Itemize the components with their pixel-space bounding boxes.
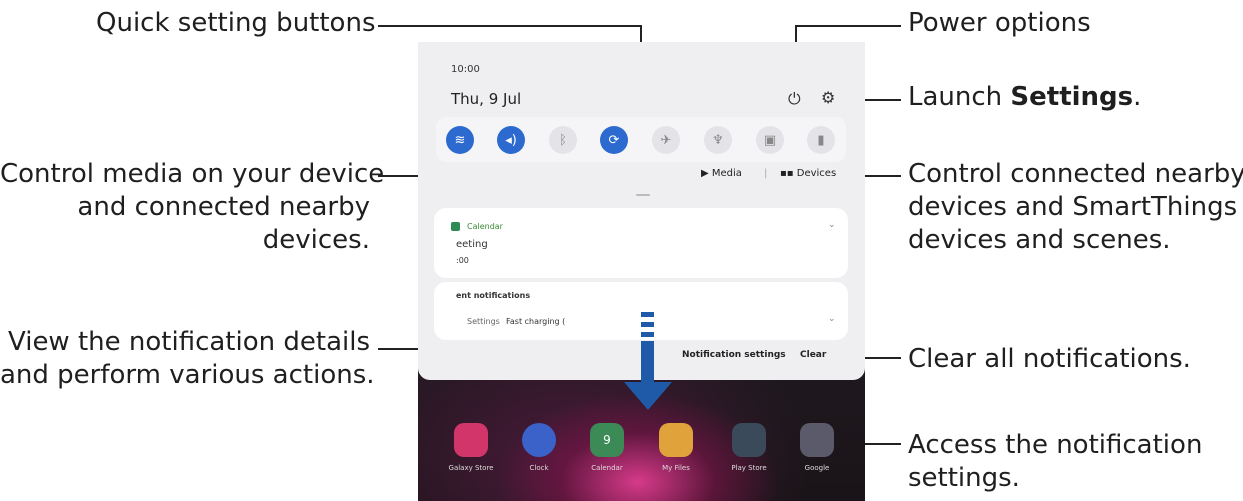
app-galaxy-store[interactable]	[454, 423, 488, 457]
notification-settings-button[interactable]: Notification settings	[682, 350, 786, 360]
annotation-launch-prefix: Launch	[908, 82, 1011, 112]
notification-panel: 10:00 Thu, 9 Jul ⏻ ⚙ ≋ ◂) ᛒ ⟳ ✈ ♆ ▣ ▮ ▶ …	[418, 42, 865, 380]
annotation-notification-settings: Access the notification settings.	[908, 429, 1202, 495]
airplane-tile[interactable]: ✈	[652, 126, 680, 154]
annotation-media-line3: devices.	[262, 225, 370, 255]
calendar-title: eeting	[456, 239, 488, 250]
annotation-devices-line1: Control connected nearby	[908, 159, 1243, 189]
flashlight-tile[interactable]: ♆	[704, 126, 732, 154]
app-label-clock: Clock	[529, 464, 549, 472]
quick-settings-bar: ≋ ◂) ᛒ ⟳ ✈ ♆ ▣ ▮	[436, 117, 846, 162]
annotation-media-line1: Control media on your device	[0, 159, 385, 189]
devices-label: Devices	[796, 168, 837, 179]
recent-header: ent notifications	[456, 291, 531, 300]
drag-handle[interactable]	[636, 194, 650, 196]
battery-saver-tile[interactable]: ▣	[756, 126, 784, 154]
annotation-launch-settings: Launch Settings.	[908, 81, 1141, 114]
annotation-devices-line3: devices and scenes.	[908, 225, 1171, 255]
phone-screen: Galaxy Store Clock 9 Calendar My Files P…	[418, 42, 865, 501]
app-label-calendar: Calendar	[591, 464, 623, 472]
bluetooth-tile[interactable]: ᛒ	[549, 126, 577, 154]
arrow-dash-2	[641, 322, 654, 327]
annotation-power-options: Power options	[908, 8, 1091, 38]
annotation-notif-line1: Access the notification	[908, 430, 1203, 460]
sound-tile[interactable]: ◂)	[497, 126, 525, 154]
media-label: Media	[711, 168, 742, 179]
annotation-launch-bold: Settings	[1010, 82, 1134, 112]
app-google[interactable]	[800, 423, 834, 457]
leader-power-h	[795, 25, 901, 27]
app-label-play-store: Play Store	[731, 464, 767, 472]
calendar-notification[interactable]: Calendar ⌄ eeting :00	[434, 208, 848, 278]
clear-button[interactable]: Clear	[800, 350, 826, 360]
annotation-devices-line2: devices and SmartThings	[908, 192, 1238, 222]
divider-bar: |	[764, 168, 768, 179]
annotation-details-line1: View the notification details	[8, 327, 370, 357]
annotation-media: Control media on your device and connect…	[0, 158, 385, 257]
annotation-notif-line2: settings.	[908, 463, 1020, 493]
recent-item-app: Settings	[467, 317, 500, 326]
app-clock[interactable]	[522, 423, 556, 457]
gear-icon[interactable]: ⚙	[821, 88, 835, 107]
app-label-google: Google	[804, 464, 830, 472]
expand-chevron-icon[interactable]: ⌄	[828, 220, 836, 230]
panel-date: Thu, 9 Jul	[451, 90, 522, 108]
app-calendar[interactable]: 9	[590, 423, 624, 457]
arrow-dash-1	[641, 312, 654, 317]
wifi-tile[interactable]: ≋	[446, 126, 474, 154]
annotation-details-line2: and perform various actions.	[0, 360, 375, 390]
annotation-quick-settings: Quick setting buttons	[96, 8, 376, 38]
arrow-dash-3	[641, 332, 654, 337]
arrow-shaft	[641, 341, 654, 385]
recent-item-text: Fast charging (	[506, 317, 566, 326]
annotation-launch-suffix: .	[1133, 82, 1142, 112]
calendar-icon	[451, 222, 460, 231]
leader-quick-settings-h	[378, 25, 642, 27]
media-button[interactable]: ▶ Media	[701, 168, 742, 179]
calendar-app-name: Calendar	[467, 222, 503, 231]
calendar-time: :00	[456, 256, 469, 265]
annotation-devices: Control connected nearby devices and Sma…	[908, 158, 1243, 257]
app-play-store[interactable]	[732, 423, 766, 457]
auto-rotate-tile[interactable]: ⟳	[600, 126, 628, 154]
annotation-clear: Clear all notifications.	[908, 344, 1191, 374]
annotation-media-line2: and connected nearby	[77, 192, 370, 222]
power-icon[interactable]: ⏻	[788, 89, 801, 109]
annotation-details: View the notification details and perfor…	[0, 326, 375, 392]
app-my-files[interactable]	[659, 423, 693, 457]
app-label-galaxy-store: Galaxy Store	[448, 464, 494, 472]
play-icon: ▶	[701, 168, 709, 179]
power-share-tile[interactable]: ▮	[807, 126, 835, 154]
recent-chevron-icon[interactable]: ⌄	[828, 314, 836, 324]
status-time: 10:00	[451, 64, 480, 75]
app-label-my-files: My Files	[662, 464, 690, 472]
devices-button[interactable]: ▪▪ Devices	[780, 168, 836, 179]
down-arrow-icon	[624, 382, 672, 410]
grid-icon: ▪▪	[780, 168, 794, 179]
